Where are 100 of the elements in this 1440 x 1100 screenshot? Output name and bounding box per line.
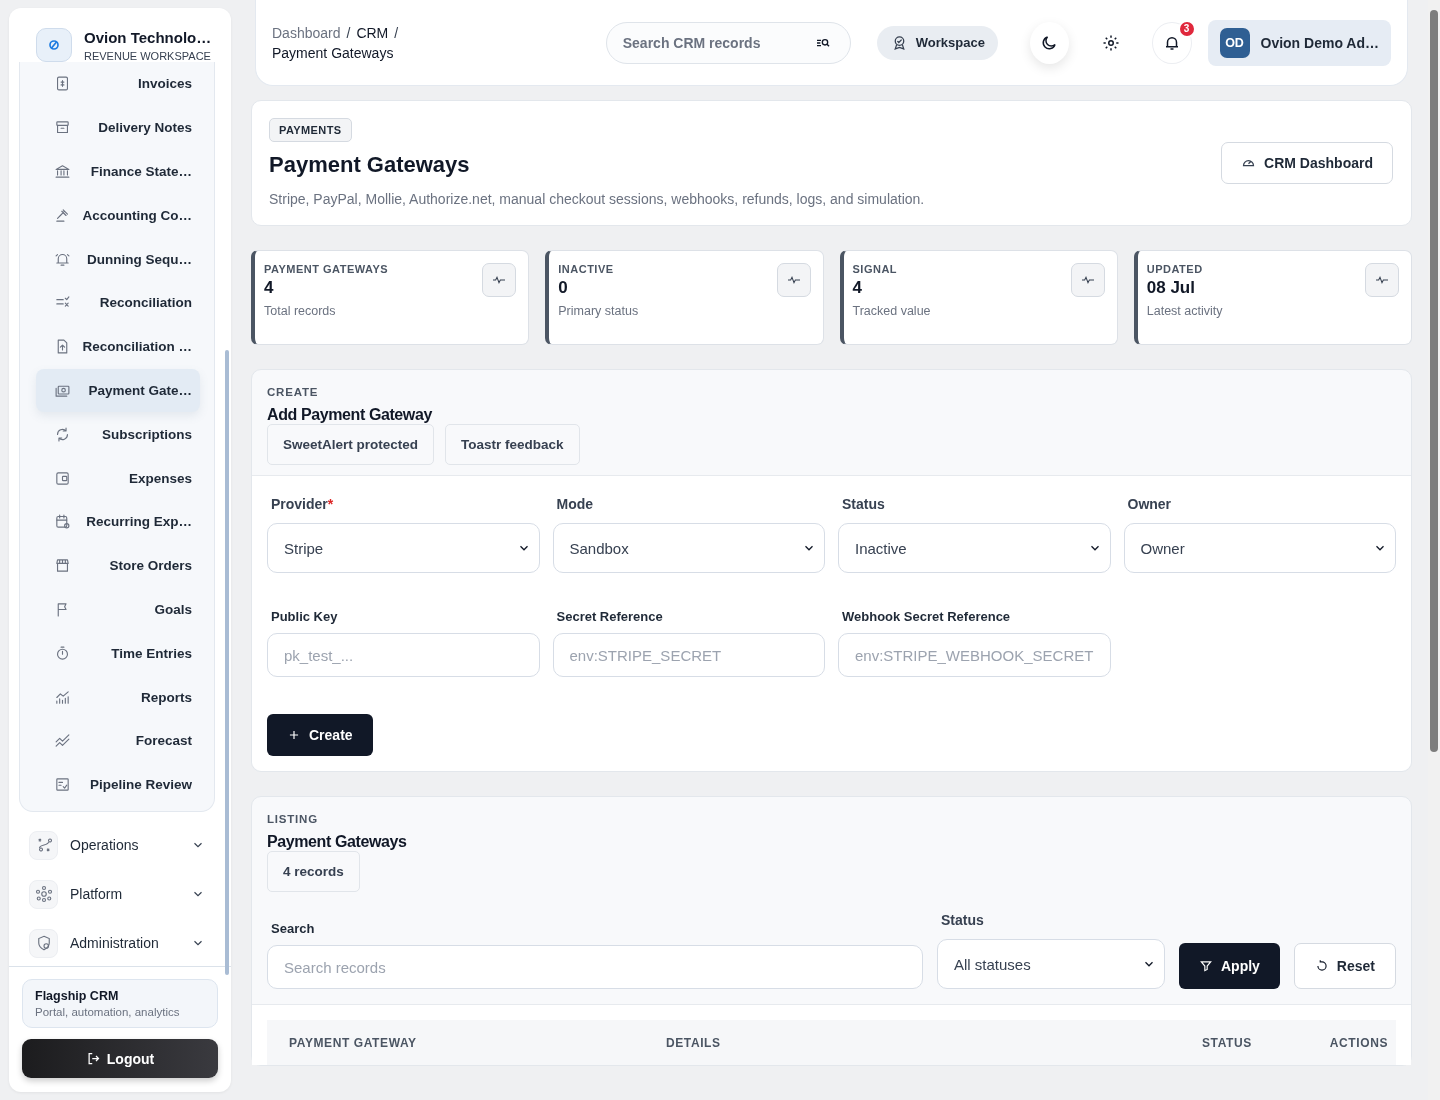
page-title: Payment Gateways	[269, 152, 471, 178]
calendar-repeat-icon	[54, 513, 71, 531]
activity-icon	[1070, 263, 1105, 297]
reset-icon	[1314, 959, 1329, 973]
select-field[interactable]: Sandbox	[552, 523, 825, 573]
stat-value: 0	[558, 278, 569, 298]
sidebar-item[interactable]: Finance State…	[36, 149, 200, 194]
page-description: Stripe, PayPal, Mollie, Authorize.net, manual checkout sessions, webhooks, refunds, logs, and simulation.	[269, 191, 925, 207]
feature-tag: SweetAlert protected	[267, 424, 435, 465]
sidebar-item[interactable]: Reports	[36, 675, 200, 719]
sidebar-group[interactable]: Operations	[29, 825, 215, 865]
field-label: Status	[842, 496, 886, 512]
search-field[interactable]: Search CRM records	[605, 21, 851, 64]
notification-count: 3	[1177, 19, 1196, 38]
sidebar-item[interactable]: Accounting Co…	[36, 193, 200, 238]
sidebar-item[interactable]: Forecast	[36, 718, 200, 763]
sidebar-item[interactable]: Reconciliation	[36, 281, 200, 325]
route-icon	[29, 830, 58, 860]
sidebar-item[interactable]: Payment Gate…	[36, 368, 200, 413]
sidebar-item[interactable]: Store Orders	[36, 543, 200, 588]
sidebar-item[interactable]: Delivery Notes	[36, 105, 200, 150]
column-header: ACTIONS	[1328, 1035, 1388, 1050]
sidebar-group[interactable]: Platform	[29, 874, 215, 914]
scrollbar[interactable]	[225, 350, 229, 975]
brand-name: Ovion Technolo…	[84, 28, 212, 46]
shield-icon	[29, 928, 58, 958]
refresh-icon	[54, 425, 71, 443]
stat-caption: Latest activity	[1146, 304, 1223, 318]
section-title: Add Payment Gateway	[267, 406, 433, 424]
sidebar-item[interactable]: Time Entries	[36, 631, 200, 676]
sidebar-item[interactable]: Expenses	[36, 456, 200, 500]
breadcrumb-link[interactable]: CRM	[356, 24, 389, 41]
field-label: Search	[271, 921, 316, 936]
record-count: 4 records	[267, 851, 360, 892]
breadcrumb-separator: /	[346, 24, 351, 41]
select-field[interactable]: Inactive	[838, 523, 1111, 573]
sidebar-item[interactable]: Goals	[36, 587, 200, 632]
stat-caption: Total records	[264, 304, 337, 318]
select-field[interactable]: Stripe	[267, 523, 540, 573]
activity-icon	[776, 263, 811, 297]
field-label: Webhook Secret Reference	[842, 609, 1012, 624]
trend-lines-icon	[54, 732, 71, 750]
stat-label: SIGNAL	[852, 263, 899, 275]
input-field[interactable]: env:STRIPE_SECRET	[552, 633, 825, 677]
sidebar-item[interactable]: Dunning Sequ…	[36, 237, 200, 281]
sidebar-item[interactable]: Subscriptions	[36, 412, 200, 457]
field-label: Status	[940, 912, 985, 928]
invoice-icon	[54, 75, 71, 93]
promo-text: Portal, automation, analytics	[35, 1006, 181, 1018]
stat-label: INACTIVE	[558, 263, 615, 275]
sidebar-item[interactable]: Invoices	[36, 62, 200, 106]
search-field[interactable]: Search records	[267, 945, 923, 989]
breadcrumb-link[interactable]: Payment Gateways	[272, 44, 394, 61]
bank-icon	[54, 163, 71, 180]
section-title: Payment Gateways	[267, 833, 408, 851]
reset-button[interactable]: Reset	[1293, 943, 1396, 989]
bar-chart-icon	[54, 688, 71, 706]
sidebar-item[interactable]: Pipeline Review	[36, 762, 200, 807]
network-icon	[29, 879, 58, 909]
brand-subtitle: REVENUE WORKSPACE	[84, 49, 212, 62]
user-menu[interactable]: OD Ovion Demo Ad…	[1207, 19, 1391, 66]
input-field[interactable]: pk_test_...	[267, 633, 540, 677]
select-field[interactable]: Owner	[1123, 523, 1396, 573]
field-label: Owner	[1127, 496, 1173, 512]
create-button[interactable]: Create	[267, 714, 373, 756]
input-field[interactable]: env:STRIPE_WEBHOOK_SECRET	[838, 633, 1111, 677]
column-header: PAYMENT GATEWAY	[289, 1035, 418, 1050]
plus-icon	[287, 728, 301, 742]
user-initials: OD	[1219, 27, 1250, 58]
stat-value: 08 Jul	[1146, 278, 1196, 298]
stat-label: PAYMENT GATEWAYS	[264, 263, 389, 275]
section-tag: PAYMENTS	[269, 118, 352, 142]
stat-caption: Tracked value	[852, 304, 931, 318]
stat-value: 4	[852, 278, 863, 298]
status-select[interactable]: All statuses	[936, 939, 1165, 989]
sidebar-item[interactable]: Recurring Exp…	[36, 499, 200, 544]
activity-icon	[482, 263, 517, 297]
stopwatch-icon	[54, 644, 71, 662]
breadcrumb-separator: /	[394, 24, 399, 41]
notifications-button[interactable]: 3	[1152, 21, 1192, 64]
apply-button[interactable]: Apply	[1178, 943, 1280, 989]
stat-value: 4	[264, 278, 275, 298]
sidebar-item[interactable]: Reconciliation …	[36, 324, 200, 369]
wallet-icon	[54, 469, 71, 487]
activity-icon	[1365, 263, 1399, 297]
field-label: Public Key	[271, 609, 339, 624]
settings-icon	[1101, 33, 1120, 52]
section-eyebrow: LISTING	[267, 813, 319, 825]
gavel-icon	[54, 206, 71, 224]
field-label: Mode	[556, 496, 595, 512]
sidebar-group[interactable]: Administration	[29, 923, 215, 963]
workspace-button[interactable]: Workspace	[876, 25, 998, 60]
filter-icon	[1198, 959, 1213, 973]
promo-title: Flagship CRM	[35, 989, 120, 1003]
field-label: Secret Reference	[556, 609, 664, 624]
stat-caption: Primary status	[558, 304, 639, 318]
breadcrumb-link[interactable]: Dashboard	[272, 24, 341, 41]
field-label: Provider*	[271, 496, 335, 512]
logout-button[interactable]: Logout	[22, 1039, 218, 1078]
crm-dashboard-button[interactable]: CRM Dashboard	[1221, 141, 1393, 184]
